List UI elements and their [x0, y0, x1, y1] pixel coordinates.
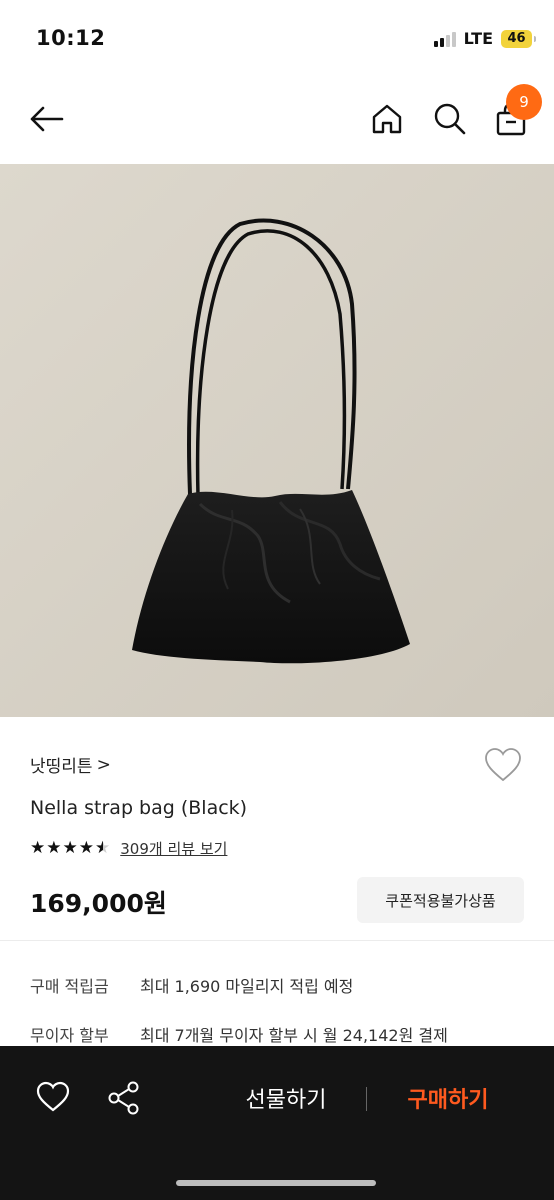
search-icon[interactable]: [432, 101, 468, 141]
product-image[interactable]: [0, 164, 554, 717]
bag-illustration: [0, 164, 554, 717]
home-icon[interactable]: [369, 101, 405, 141]
battery-level: 46: [507, 31, 526, 46]
brand-name: 낫띵리튼: [30, 757, 93, 777]
info-label: 무이자 할부: [30, 1026, 109, 1045]
star-rating: ★ ★ ★ ★ ★: [30, 840, 110, 857]
info-value: 최대 1,690 마일리지 적립 예정: [140, 977, 354, 996]
gift-button[interactable]: 선물하기: [226, 1082, 346, 1114]
status-indicators: LTE 46: [433, 29, 536, 48]
status-bar: 10:12 LTE 46: [0, 0, 554, 80]
bottom-action-bar: 선물하기 구매하기: [0, 1046, 554, 1200]
buy-button[interactable]: 구매하기: [388, 1082, 508, 1114]
wishlist-heart-icon[interactable]: [484, 747, 522, 787]
back-arrow-icon[interactable]: [26, 100, 66, 144]
network-type: LTE: [463, 29, 493, 48]
share-icon[interactable]: [106, 1080, 142, 1120]
star-icon: ★: [46, 838, 62, 858]
rating-row: ★ ★ ★ ★ ★ 309개 리뷰 보기: [30, 838, 227, 859]
brand-link[interactable]: 낫띵리튼 >: [30, 752, 111, 778]
installment-info-row: 무이자 할부 최대 7개월 무이자 할부 시 월 24,142원 결제: [30, 1022, 448, 1046]
coupon-status-badge: 쿠폰적용불가상품: [357, 877, 524, 923]
star-icon: ★: [78, 838, 94, 858]
star-icon: ★: [30, 838, 46, 858]
cart-count-badge: 9: [506, 84, 542, 120]
section-divider: [0, 940, 554, 941]
status-time: 10:12: [36, 26, 106, 50]
like-heart-icon[interactable]: [36, 1081, 70, 1117]
battery-icon: 46: [501, 29, 536, 48]
info-value: 최대 7개월 무이자 할부 시 월 24,142원 결제: [140, 1026, 448, 1045]
review-link[interactable]: 309개 리뷰 보기: [120, 838, 227, 859]
home-indicator[interactable]: [176, 1180, 376, 1186]
product-title: Nella strap bag (Black): [30, 797, 248, 819]
top-nav-bar: [0, 80, 554, 164]
signal-icon: [433, 31, 456, 47]
star-icon: ★: [62, 838, 78, 858]
half-star-icon: ★: [95, 838, 111, 858]
chevron-right-icon: >: [96, 754, 111, 775]
points-info-row: 구매 적립금 최대 1,690 마일리지 적립 예정: [30, 973, 353, 997]
info-label: 구매 적립금: [30, 977, 109, 996]
product-price: 169,000원: [30, 889, 167, 918]
action-divider: [366, 1087, 367, 1111]
